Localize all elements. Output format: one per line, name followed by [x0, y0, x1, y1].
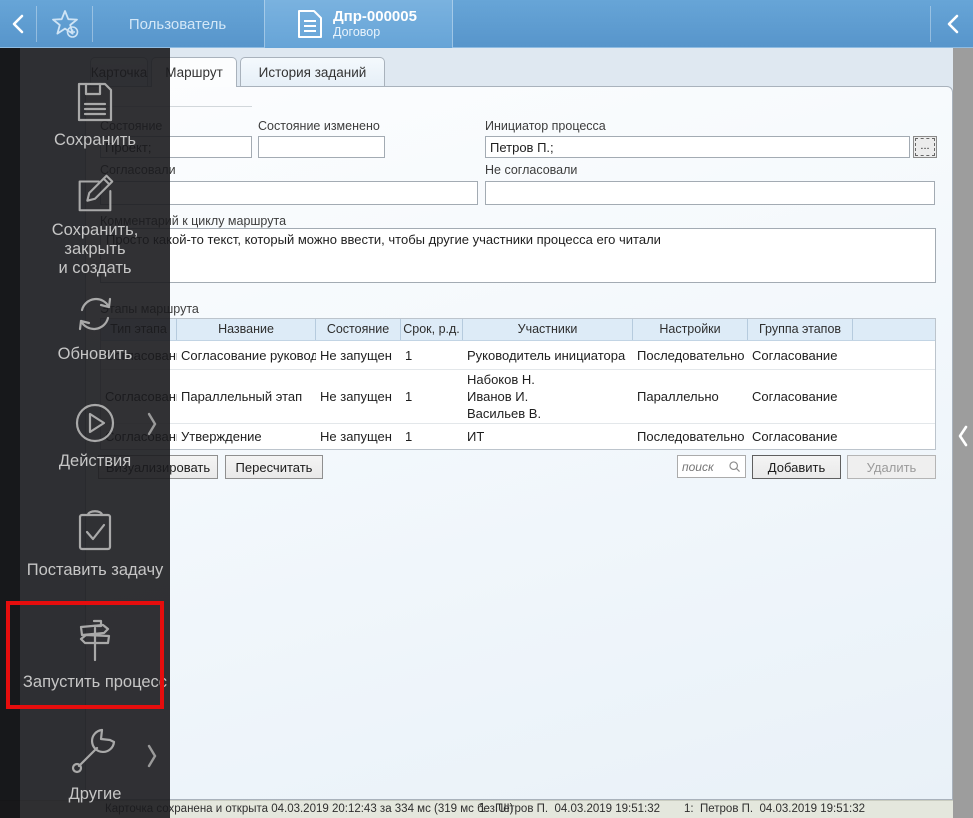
menu-item-label: Сохранить	[54, 131, 136, 149]
others-submenu-chevron-icon	[147, 744, 157, 768]
collapse-left-icon	[947, 14, 959, 34]
menu-item-label: Поставить задачу	[26, 561, 164, 579]
tab-user-label: Пользователь	[128, 15, 227, 33]
initiator-input[interactable]	[485, 136, 910, 158]
star-add-icon	[52, 10, 79, 38]
right-collapse-strip[interactable]	[953, 48, 973, 818]
col-state[interactable]: Состояние	[316, 319, 401, 340]
cell-group: Согласование	[752, 429, 838, 444]
cell-group: Согласование	[752, 347, 838, 363]
favorites-button[interactable]	[42, 0, 88, 48]
search-icon	[729, 461, 740, 472]
refresh-icon	[78, 297, 112, 331]
status-entry-1: 1: Петров П. 04.03.2019 19:51:32	[479, 803, 660, 815]
save-close-create-icon	[78, 174, 114, 212]
topbar-divider	[930, 6, 931, 42]
table-row[interactable]: Согласование Утверждение Не запущен 1 ИТ…	[101, 423, 935, 449]
menu-item-refresh[interactable]: Обновить	[20, 288, 170, 364]
tab-document-active[interactable]: Дпр-000005 Договор	[264, 0, 453, 48]
menu-item-label: Сохранить, закрыть и создать	[51, 221, 139, 277]
cell-name: Параллельный этап	[181, 389, 303, 404]
search-input[interactable]	[682, 459, 728, 474]
task-clipboard-icon	[78, 510, 112, 551]
table-row[interactable]: Согласование Параллельный этап Не запуще…	[101, 369, 935, 423]
add-button[interactable]: Добавить	[752, 455, 841, 479]
document-tab-title: Дпр-000005	[333, 8, 417, 25]
cell-state: Не запущен	[320, 347, 392, 363]
cell-name: Согласование руководителем	[181, 347, 316, 363]
tab-user[interactable]: Пользователь	[93, 0, 262, 48]
cell-term: 1	[405, 429, 413, 444]
cell-name: Утверждение	[181, 429, 262, 444]
menu-item-save-close-create[interactable]: Сохранить, закрыть и создать	[20, 170, 170, 278]
topbar-divider	[36, 6, 37, 42]
cell-participants: Набоков Н. Иванов И. Васильев В.	[467, 372, 542, 421]
menu-item-label: Обновить	[57, 345, 133, 363]
cell-settings: Параллельно	[637, 389, 719, 404]
cell-settings: Последовательно	[637, 347, 745, 363]
cell-participants: ИТ	[467, 429, 485, 444]
cell-settings: Последовательно	[637, 429, 745, 444]
search-box	[677, 455, 746, 478]
menu-item-save[interactable]: Сохранить	[20, 78, 170, 150]
table-row[interactable]: Согласование Согласование руководителем …	[101, 341, 935, 369]
actions-play-icon	[75, 403, 115, 443]
col-filler	[853, 319, 935, 340]
topbar-collapse-button[interactable]	[936, 0, 970, 48]
cell-group: Согласование	[752, 389, 838, 404]
status-entry-2: 1: Петров П. 04.03.2019 19:51:32	[684, 803, 865, 815]
tab-task-history[interactable]: История заданий	[240, 57, 385, 86]
cell-term: 1	[405, 347, 413, 363]
more-menu-overlay: Сохранить Сохранить, закрыть и создать О…	[0, 48, 170, 818]
start-process-signpost-icon	[79, 619, 111, 662]
others-wrench-icon	[71, 728, 116, 774]
tab-route-label: Маршрут	[165, 65, 223, 80]
document-icon	[298, 10, 322, 38]
initiator-label: Инициатор процесса	[485, 119, 606, 133]
not-approved-input[interactable]	[485, 181, 935, 205]
col-participants[interactable]: Участники	[463, 319, 633, 340]
not-approved-label: Не согласовали	[485, 163, 578, 177]
back-chevron-icon	[12, 14, 24, 34]
comment-input[interactable]: Просто какой-то текст, который можно вве…	[100, 228, 936, 283]
col-term[interactable]: Срок, р.д.	[401, 319, 463, 340]
back-button[interactable]	[4, 0, 32, 48]
cell-state: Не запущен	[320, 389, 392, 404]
stages-table-header: Тип этапа Название Состояние Срок, р.д. …	[101, 319, 935, 341]
save-icon	[77, 82, 113, 122]
col-settings[interactable]: Настройки	[633, 319, 748, 340]
initiator-picker-button[interactable]: ...	[913, 136, 937, 158]
recalculate-button[interactable]: Пересчитать	[225, 455, 323, 479]
state-changed-input[interactable]	[258, 136, 385, 158]
menu-item-label: Запустить процесс	[22, 673, 168, 691]
collapse-left-icon	[958, 425, 968, 447]
top-navigation-bar: Пользователь Дпр-000005 Договор	[0, 0, 973, 48]
menu-item-label: Действия	[58, 452, 132, 470]
cell-term: 1	[405, 389, 413, 404]
col-stage-group[interactable]: Группа этапов	[748, 319, 853, 340]
document-tab-subtitle: Договор	[333, 25, 381, 39]
col-name[interactable]: Название	[177, 319, 316, 340]
cell-state: Не запущен	[320, 429, 392, 444]
state-changed-label: Состояние изменено	[258, 119, 380, 133]
tab-task-history-label: История заданий	[258, 64, 367, 80]
actions-submenu-chevron-icon	[147, 412, 157, 436]
stages-table: Тип этапа Название Состояние Срок, р.д. …	[100, 318, 936, 450]
menu-item-label: Другие	[68, 785, 122, 803]
overlay-left-edge	[0, 48, 20, 818]
menu-item-create-task[interactable]: Поставить задачу	[20, 506, 170, 580]
cell-participants: Руководитель инициатора	[467, 347, 626, 363]
delete-button[interactable]: Удалить	[847, 455, 936, 479]
menu-item-start-process[interactable]: Запустить процесс	[20, 612, 170, 692]
